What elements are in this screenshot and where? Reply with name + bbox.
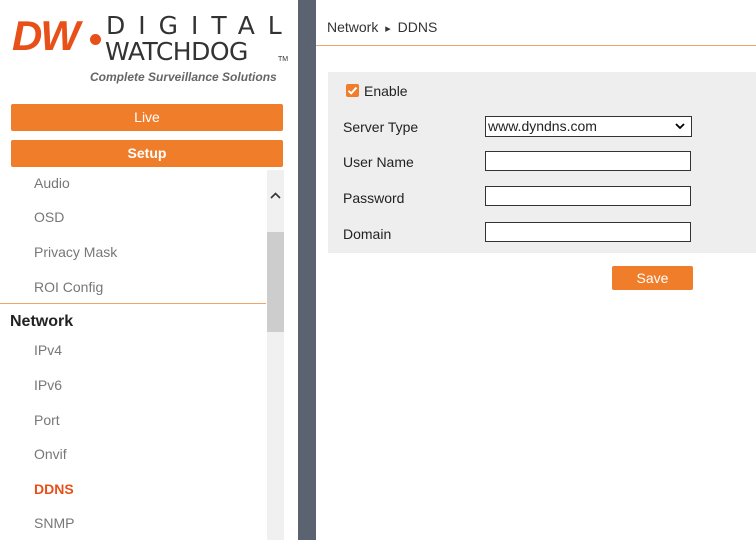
logo-line1: DIGITAL <box>106 11 295 40</box>
breadcrumb-current: DDNS <box>397 19 438 35</box>
server-type-select[interactable]: www.dyndns.com <box>485 116 692 137</box>
section-divider <box>0 303 266 304</box>
menu-item-ipv6[interactable]: IPv6 <box>34 377 62 393</box>
scrollbar-thumb[interactable] <box>267 232 284 332</box>
enable-checkbox[interactable] <box>346 84 359 97</box>
menu-item-ddns[interactable]: DDNS <box>34 481 74 497</box>
server-type-label: Server Type <box>343 119 419 135</box>
domain-input[interactable] <box>485 222 691 242</box>
scroll-up-chevron-icon[interactable] <box>267 188 284 204</box>
user-name-input[interactable] <box>485 151 691 171</box>
breadcrumb-separator-icon: ▸ <box>385 23 391 35</box>
breadcrumb: Network ▸ DDNS <box>327 19 437 35</box>
logo-brand-mark: DW <box>12 12 80 59</box>
menu-item-snmp[interactable]: SNMP <box>34 515 74 531</box>
sidebar: DW DIGITAL WATCHDOG TM Complete Surveill… <box>0 0 298 540</box>
logo-dot <box>90 34 101 45</box>
menu-item-osd[interactable]: OSD <box>34 209 64 225</box>
password-label: Password <box>343 190 405 206</box>
domain-label: Domain <box>343 226 392 242</box>
menu-item-onvif[interactable]: Onvif <box>34 446 67 462</box>
digital-watchdog-logo: DW DIGITAL WATCHDOG TM Complete Surveill… <box>10 8 288 88</box>
settings-menu: Audio OSD Privacy Mask ROI Config Networ… <box>0 170 266 540</box>
chevron-down-icon <box>674 119 686 133</box>
menu-section-network: Network <box>10 313 74 330</box>
breadcrumb-parent: Network <box>327 19 379 35</box>
menu-item-roi-config[interactable]: ROI Config <box>34 279 103 295</box>
password-input[interactable] <box>485 186 691 206</box>
logo-trademark: TM <box>278 56 289 63</box>
logo-tagline: Complete Surveillance Solutions <box>90 70 277 84</box>
menu-item-port[interactable]: Port <box>34 412 60 428</box>
menu-scrollbar[interactable] <box>267 170 284 540</box>
setup-button[interactable]: Setup <box>11 140 283 167</box>
save-button[interactable]: Save <box>612 266 693 290</box>
user-name-label: User Name <box>343 154 414 170</box>
breadcrumb-underline <box>316 45 756 46</box>
live-button[interactable]: Live <box>11 104 283 131</box>
menu-item-audio[interactable]: Audio <box>34 175 70 191</box>
panel-divider <box>298 0 316 540</box>
menu-item-ipv4[interactable]: IPv4 <box>34 342 62 358</box>
server-type-value: www.dyndns.com <box>488 118 597 134</box>
enable-label: Enable <box>364 83 408 99</box>
logo-line2: WATCHDOG <box>105 37 248 66</box>
menu-item-privacy-mask[interactable]: Privacy Mask <box>34 244 117 260</box>
